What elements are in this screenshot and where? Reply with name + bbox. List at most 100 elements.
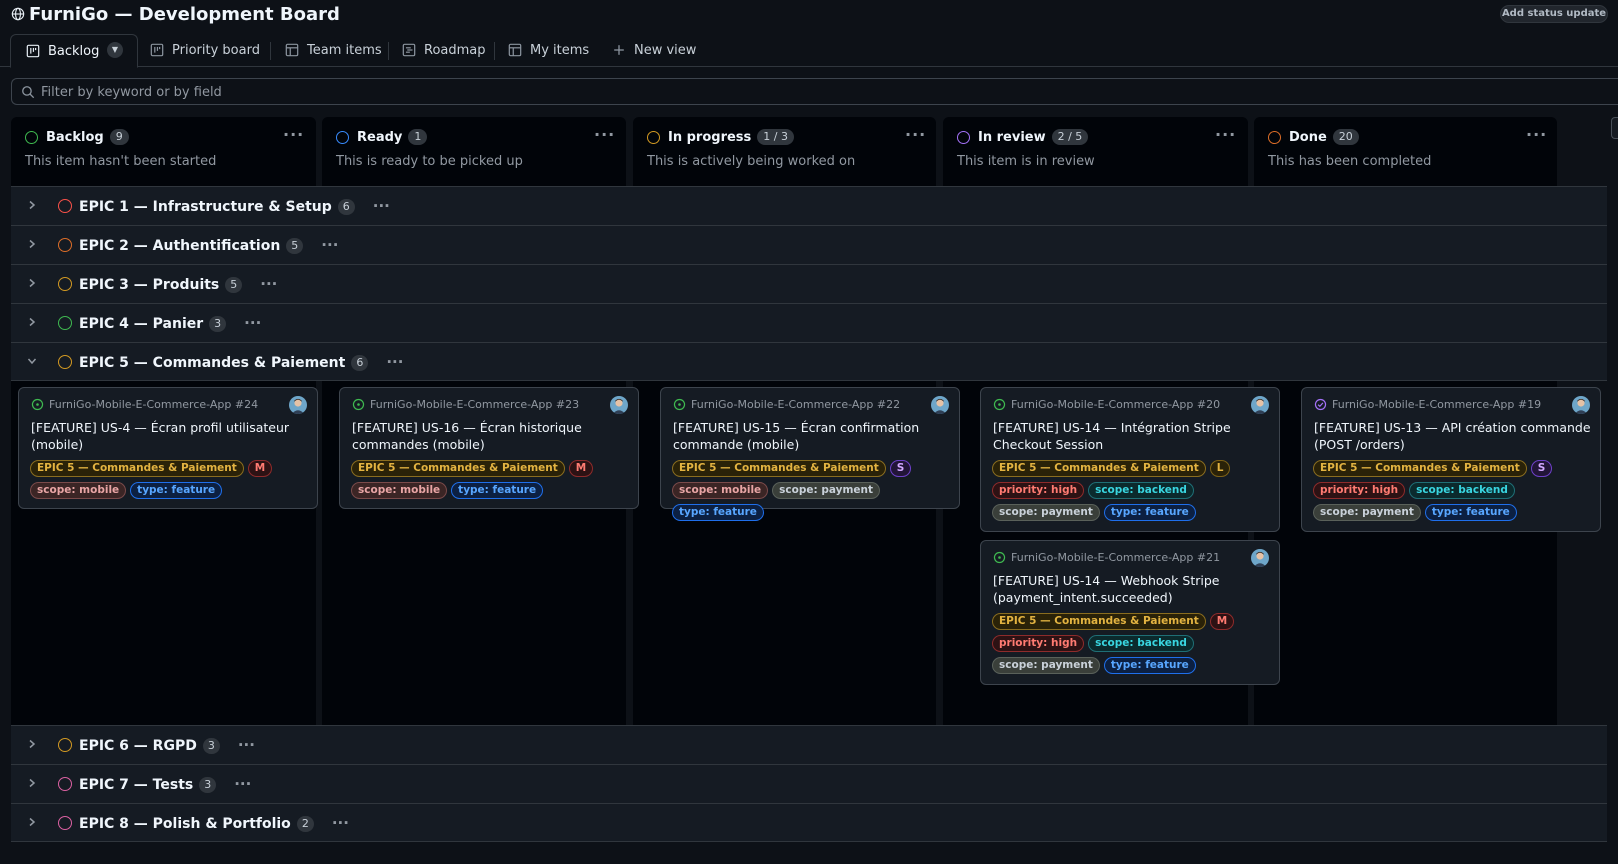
epic-count: 3 <box>199 777 217 793</box>
scope-payment-label[interactable]: scope: payment <box>992 657 1100 674</box>
size-label[interactable]: S <box>1530 460 1553 477</box>
avatar[interactable] <box>289 396 307 414</box>
epic-group-row-expanded[interactable]: EPIC 5 — Commandes & Paiement 6 ··· <box>11 342 1607 381</box>
scope-payment-label[interactable]: scope: payment <box>992 504 1100 521</box>
epic-menu-icon[interactable]: ··· <box>260 275 277 293</box>
tab-dropdown-icon[interactable]: ▼ <box>107 42 123 58</box>
scope-mobile-label[interactable]: scope: mobile <box>30 482 127 499</box>
epic-label[interactable]: EPIC 5 — Commandes & Paiement <box>1313 460 1527 477</box>
status-circle-icon <box>1268 131 1281 144</box>
chevron-right-icon[interactable] <box>27 278 37 288</box>
scope-backend-label[interactable]: scope: backend <box>1088 635 1194 652</box>
column-name: In review <box>978 130 1046 145</box>
tab-priority-board[interactable]: Priority board <box>150 34 260 66</box>
column-menu-icon[interactable]: ··· <box>905 125 926 144</box>
column-menu-icon[interactable]: ··· <box>283 125 304 144</box>
tab-roadmap[interactable]: Roadmap <box>402 34 486 66</box>
card-repo: FurniGo-Mobile-E-Commerce-App #20 <box>1011 398 1221 411</box>
column-menu-icon[interactable]: ··· <box>1526 125 1547 144</box>
epic-menu-icon[interactable]: ··· <box>234 775 251 793</box>
tab-team-items[interactable]: Team items <box>285 34 382 66</box>
chevron-right-icon[interactable] <box>27 317 37 327</box>
issue-card[interactable]: FurniGo-Mobile-E-Commerce-App #23 [FEATU… <box>339 387 639 509</box>
filter-input[interactable] <box>41 82 1441 102</box>
priority-high-label[interactable]: priority: high <box>992 635 1085 652</box>
epic-menu-icon[interactable]: ··· <box>238 736 255 754</box>
card-title[interactable]: [FEATURE] US-4 — Écran profil utilisateu… <box>31 419 311 453</box>
epic-group-row[interactable]: EPIC 6 — RGPD 3 ··· <box>11 725 1607 764</box>
avatar[interactable] <box>610 396 628 414</box>
horizontal-scroll-handle[interactable] <box>1611 117 1618 139</box>
avatar[interactable] <box>1251 549 1269 567</box>
chevron-down-icon[interactable] <box>27 356 37 366</box>
type-feature-label[interactable]: type: feature <box>451 482 544 499</box>
size-label[interactable]: M <box>1209 613 1235 630</box>
add-status-update-button[interactable]: Add status update <box>1500 5 1608 23</box>
scope-backend-label[interactable]: scope: backend <box>1409 482 1515 499</box>
priority-high-label[interactable]: priority: high <box>992 482 1085 499</box>
avatar[interactable] <box>931 396 949 414</box>
card-title[interactable]: [FEATURE] US-15 — Écran confirmation com… <box>673 419 953 453</box>
epic-group-row[interactable]: EPIC 1 — Infrastructure & Setup 6 ··· <box>11 186 1607 225</box>
scope-payment-label[interactable]: scope: payment <box>772 482 881 499</box>
issue-card[interactable]: FurniGo-Mobile-E-Commerce-App #22 [FEATU… <box>660 387 960 521</box>
size-label[interactable]: L <box>1209 460 1231 477</box>
column-description: This is ready to be picked up <box>336 154 523 169</box>
issue-card[interactable]: FurniGo-Mobile-E-Commerce-App #24 [FEATU… <box>18 387 318 509</box>
epic-group-row[interactable]: EPIC 2 — Authentification 5 ··· <box>11 225 1607 264</box>
issue-card[interactable]: FurniGo-Mobile-E-Commerce-App #20 [FEATU… <box>980 387 1280 532</box>
scope-mobile-label[interactable]: scope: mobile <box>672 482 769 499</box>
column-menu-icon[interactable]: ··· <box>594 125 615 144</box>
epic-label[interactable]: EPIC 5 — Commandes & Paiement <box>992 460 1206 477</box>
open-issue-icon <box>352 398 370 411</box>
chevron-right-icon[interactable] <box>27 739 37 749</box>
epic-label[interactable]: EPIC 5 — Commandes & Paiement <box>992 613 1206 630</box>
epic-group-row[interactable]: EPIC 8 — Polish & Portfolio 2 ··· <box>11 803 1607 842</box>
epic-menu-icon[interactable]: ··· <box>332 814 349 832</box>
epic-menu-icon[interactable]: ··· <box>386 353 403 371</box>
card-title[interactable]: [FEATURE] US-14 — Intégration Stripe Che… <box>993 419 1273 453</box>
epic-menu-icon[interactable]: ··· <box>373 197 390 215</box>
type-feature-label[interactable]: type: feature <box>672 504 764 521</box>
epic-group-row[interactable]: EPIC 3 — Produits 5 ··· <box>11 264 1607 303</box>
chevron-right-icon[interactable] <box>27 239 37 249</box>
issue-card[interactable]: FurniGo-Mobile-E-Commerce-App #19 [FEATU… <box>1301 387 1601 532</box>
tab-backlog[interactable]: Backlog ▼ <box>10 34 138 68</box>
epic-name: EPIC 7 — Tests <box>79 777 194 793</box>
avatar[interactable] <box>1251 396 1269 414</box>
chevron-right-icon[interactable] <box>27 817 37 827</box>
type-feature-label[interactable]: type: feature <box>1424 504 1517 521</box>
column-header: In review 2 / 5 This item is in review ··… <box>943 117 1248 185</box>
size-label[interactable]: M <box>247 460 273 477</box>
size-label[interactable]: M <box>568 460 594 477</box>
chevron-right-icon[interactable] <box>27 200 37 210</box>
issue-card[interactable]: FurniGo-Mobile-E-Commerce-App #21 [FEATU… <box>980 540 1280 685</box>
priority-high-label[interactable]: priority: high <box>1313 482 1406 499</box>
epic-menu-icon[interactable]: ··· <box>244 314 261 332</box>
new-view-button[interactable]: New view <box>612 34 696 66</box>
epic-menu-icon[interactable]: ··· <box>321 236 338 254</box>
size-label[interactable]: S <box>889 460 912 477</box>
epic-count: 3 <box>202 738 220 754</box>
tab-my-items[interactable]: My items <box>508 34 589 66</box>
epic-group-row[interactable]: EPIC 7 — Tests 3 ··· <box>11 764 1607 803</box>
epic-label[interactable]: EPIC 5 — Commandes & Paiement <box>672 460 886 477</box>
card-title[interactable]: [FEATURE] US-16 — Écran historique comma… <box>352 419 632 453</box>
type-feature-label[interactable]: type: feature <box>130 482 223 499</box>
epic-name: EPIC 8 — Polish & Portfolio <box>79 816 291 832</box>
epic-label[interactable]: EPIC 5 — Commandes & Paiement <box>30 460 244 477</box>
scope-backend-label[interactable]: scope: backend <box>1088 482 1194 499</box>
epic-label[interactable]: EPIC 5 — Commandes & Paiement <box>351 460 565 477</box>
avatar[interactable] <box>1572 396 1590 414</box>
epic-count: 6 <box>337 199 355 215</box>
epic-name: EPIC 2 — Authentification <box>79 238 281 254</box>
scope-payment-label[interactable]: scope: payment <box>1313 504 1421 521</box>
card-title[interactable]: [FEATURE] US-13 — API création commande … <box>1314 419 1594 453</box>
card-title[interactable]: [FEATURE] US-14 — Webhook Stripe (paymen… <box>993 572 1273 606</box>
scope-mobile-label[interactable]: scope: mobile <box>351 482 448 499</box>
column-menu-icon[interactable]: ··· <box>1215 125 1236 144</box>
type-feature-label[interactable]: type: feature <box>1103 504 1196 521</box>
epic-group-row[interactable]: EPIC 4 — Panier 3 ··· <box>11 303 1607 342</box>
type-feature-label[interactable]: type: feature <box>1103 657 1196 674</box>
chevron-right-icon[interactable] <box>27 778 37 788</box>
